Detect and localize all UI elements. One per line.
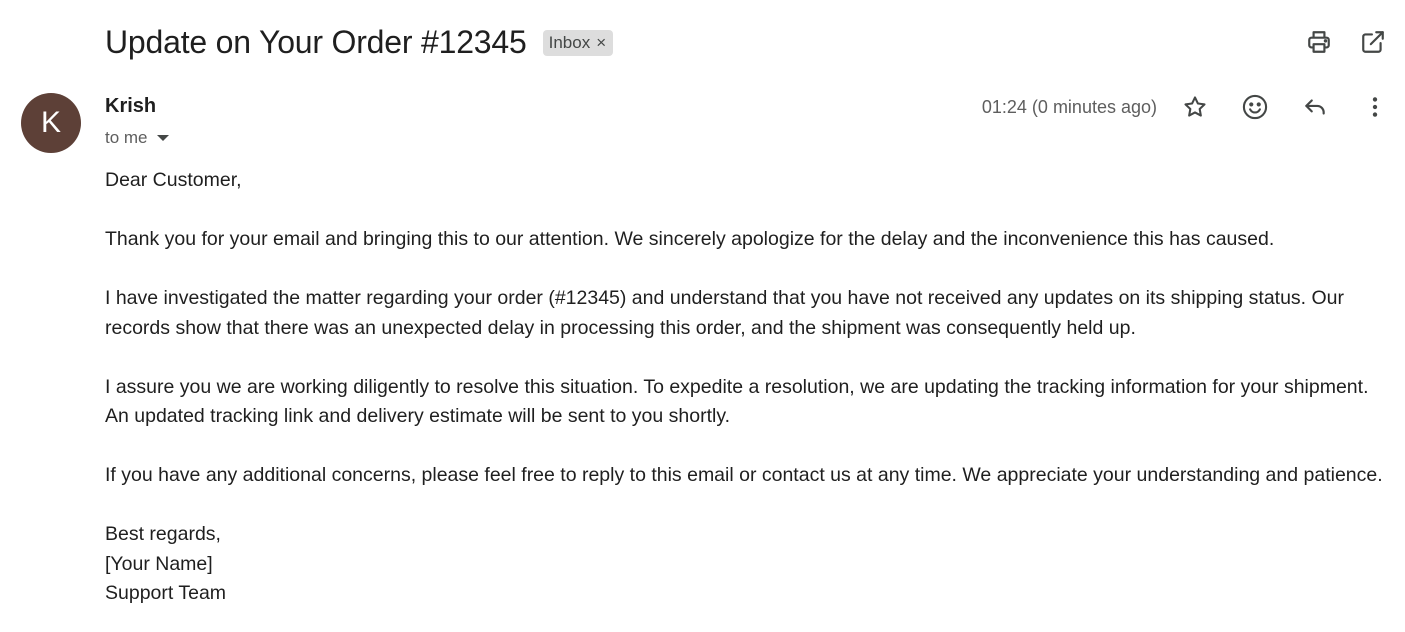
- reply-icon[interactable]: [1301, 93, 1329, 121]
- body-paragraph-2-line-2: records show that there was an unexpecte…: [105, 316, 1136, 339]
- recipient-details-toggle[interactable]: to me: [105, 128, 169, 148]
- subject-row: Update on Your Order #12345 Inbox ×: [105, 20, 614, 64]
- chevron-down-icon[interactable]: [156, 135, 169, 141]
- body-paragraph-3-line-1: I assure you we are working diligently t…: [105, 375, 1369, 398]
- emoji-reaction-icon[interactable]: [1241, 93, 1269, 121]
- email-subject: Update on Your Order #12345: [105, 24, 527, 60]
- body-greeting: Dear Customer,: [105, 169, 242, 191]
- body-signature-name: [Your Name]: [105, 552, 213, 575]
- recipient-text: to me: [105, 128, 148, 147]
- message-timestamp: 01:24 (0 minutes ago): [981, 96, 1157, 117]
- message-actions: [1181, 93, 1389, 121]
- body-signature-team: Support Team: [105, 582, 227, 604]
- more-vertical-icon[interactable]: [1361, 93, 1389, 121]
- print-icon[interactable]: [1305, 28, 1333, 56]
- label-chip-text: Inbox: [548, 33, 591, 52]
- sender-name[interactable]: Krish: [105, 95, 156, 118]
- message-meta: 01:24 (0 minutes ago): [982, 93, 1389, 121]
- open-in-new-window-icon[interactable]: [1359, 28, 1387, 56]
- email-body: Dear Customer, Thank you for your email …: [105, 166, 1395, 609]
- body-paragraph-4: If you have any additional concerns, ple…: [105, 464, 1383, 486]
- email-view: Update on Your Order #12345 Inbox × K Kr…: [0, 0, 1405, 632]
- remove-label-button[interactable]: ×: [596, 33, 606, 53]
- body-paragraph-3-line-2: An updated tracking link and delivery es…: [105, 405, 731, 427]
- body-paragraph-2-line-1: I have investigated the matter regarding…: [105, 287, 1345, 309]
- avatar[interactable]: K: [21, 93, 81, 153]
- body-signoff: Best regards,: [105, 523, 221, 545]
- label-chip-inbox[interactable]: Inbox ×: [542, 30, 614, 56]
- thread-actions: [1305, 28, 1387, 56]
- body-paragraph-1: Thank you for your email and bringing th…: [105, 228, 1275, 250]
- star-icon[interactable]: [1181, 93, 1209, 121]
